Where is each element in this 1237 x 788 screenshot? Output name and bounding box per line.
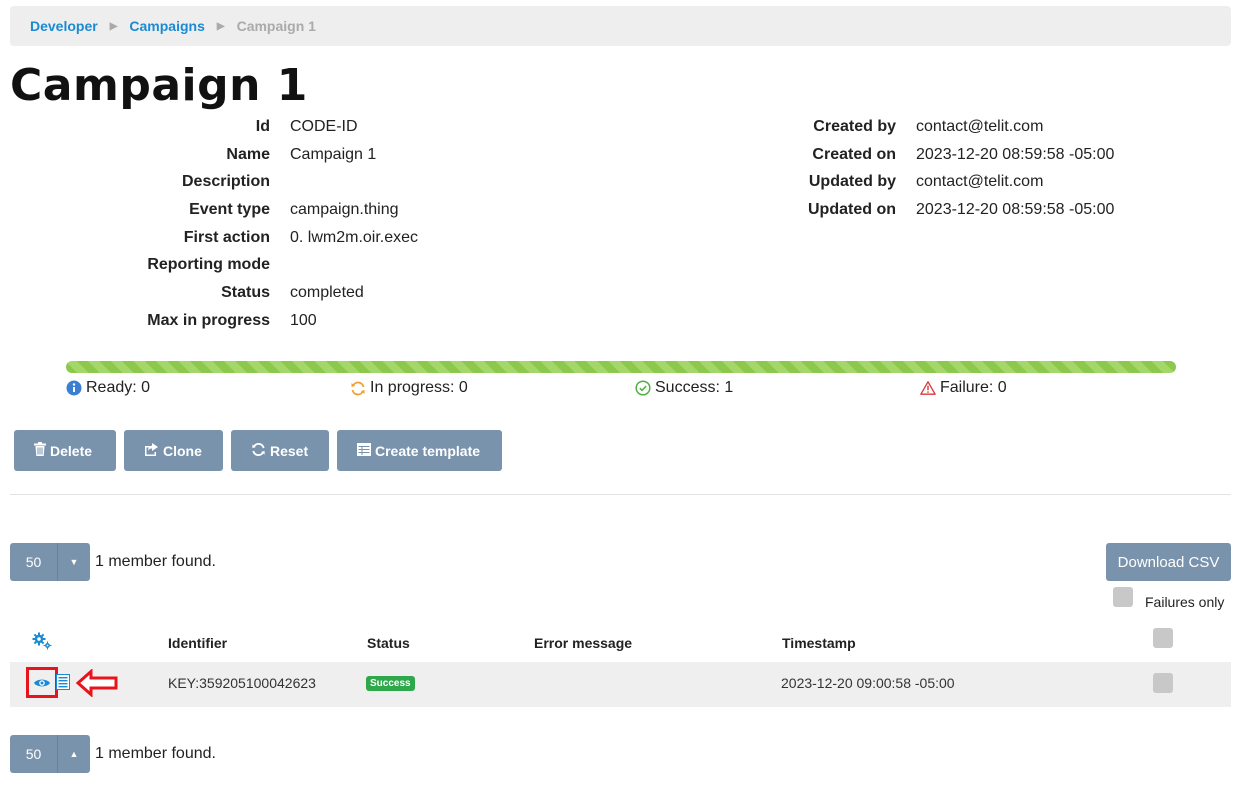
- check-circle-icon: [635, 380, 651, 396]
- detail-value: contact@telit.com: [916, 173, 1044, 191]
- detail-label: Id: [255, 117, 270, 135]
- detail-label: Created by: [813, 117, 896, 135]
- refresh-icon: [350, 380, 366, 396]
- pager-top: 50 ▼ 1 member found.: [10, 543, 216, 581]
- breadcrumb-current: Campaign 1: [236, 18, 316, 34]
- detail-value: campaign.thing: [290, 200, 399, 218]
- column-settings-icon[interactable]: [32, 632, 52, 653]
- detail-value: 2023-12-20 08:59:58 -05:00: [916, 200, 1115, 218]
- detail-label: Updated on: [808, 200, 896, 218]
- progress-bar: [66, 361, 1176, 373]
- audit-details: Created by contact@telit.com Created on 20…: [700, 113, 1114, 224]
- column-header-error[interactable]: Error message: [534, 635, 632, 651]
- reset-button[interactable]: Reset: [231, 430, 329, 471]
- column-header-identifier[interactable]: Identifier: [168, 635, 227, 651]
- detail-value: completed: [290, 283, 364, 301]
- annotation-arrow-icon: [75, 668, 119, 702]
- campaign-details: Id CODE-ID Name Campaign 1 Description Eve…: [0, 113, 418, 335]
- detail-value: CODE-ID: [290, 117, 358, 135]
- stat-ready-label: Ready: 0: [86, 379, 151, 396]
- stat-in-progress: In progress: 0: [350, 379, 468, 397]
- share-icon: [144, 442, 159, 459]
- detail-label: Event type: [189, 200, 270, 218]
- delete-button[interactable]: Delete: [14, 430, 116, 471]
- stat-failure: Failure: 0: [920, 379, 1007, 397]
- detail-value: 0. lwm2m.oir.exec: [290, 228, 419, 246]
- stat-success: Success: 1: [635, 379, 733, 397]
- campaign-actions: Delete Clone Reset Create template: [14, 430, 502, 471]
- member-count: 1 member found.: [95, 745, 216, 762]
- failures-only-checkbox[interactable]: [1113, 587, 1133, 607]
- detail-value: contact@telit.com: [916, 117, 1044, 135]
- detail-label: First action: [183, 228, 270, 246]
- chevron-up-icon[interactable]: ▲: [57, 735, 90, 773]
- select-all-checkbox[interactable]: [1153, 628, 1173, 648]
- row-checkbox[interactable]: [1153, 673, 1173, 693]
- page-size-select[interactable]: 50: [10, 543, 57, 581]
- details-list-icon[interactable]: [56, 674, 70, 695]
- table-icon: [357, 442, 371, 459]
- detail-label: Status: [221, 283, 270, 301]
- page-title: Campaign 1: [10, 60, 308, 111]
- column-header-status[interactable]: Status: [367, 635, 410, 651]
- clone-button-label: Clone: [163, 442, 202, 459]
- member-count: 1 member found.: [95, 553, 216, 570]
- page-size-select[interactable]: 50: [10, 735, 57, 773]
- detail-value: 100: [290, 311, 317, 329]
- stat-in-progress-label: In progress: 0: [370, 379, 468, 396]
- detail-label: Description: [181, 173, 270, 191]
- detail-label: Name: [226, 145, 270, 163]
- detail-label: Max in progress: [147, 311, 270, 329]
- clone-button[interactable]: Clone: [124, 430, 223, 471]
- detail-label: Reporting mode: [147, 256, 270, 274]
- eye-icon[interactable]: [33, 676, 51, 694]
- section-divider: [10, 494, 1231, 495]
- row-identifier[interactable]: KEY:359205100042623: [168, 675, 316, 691]
- chevron-down-icon[interactable]: ▼: [57, 543, 90, 581]
- stat-failure-label: Failure: 0: [940, 379, 1007, 396]
- pager-bottom: 50 ▲ 1 member found.: [10, 735, 216, 773]
- breadcrumb-campaigns[interactable]: Campaigns: [129, 18, 204, 34]
- breadcrumb-developer[interactable]: Developer: [30, 18, 98, 34]
- row-timestamp: 2023-12-20 09:00:58 -05:00: [781, 675, 955, 691]
- failures-only-label: Failures only: [1145, 594, 1225, 610]
- trash-icon: [34, 442, 46, 459]
- detail-label: Updated by: [808, 173, 896, 191]
- stat-success-label: Success: 1: [655, 379, 734, 396]
- detail-value: Campaign 1: [290, 145, 377, 163]
- stat-ready: Ready: 0: [66, 379, 150, 397]
- refresh-icon: [251, 442, 266, 460]
- delete-button-label: Delete: [50, 442, 93, 459]
- create-template-button[interactable]: Create template: [337, 430, 502, 471]
- download-csv-button[interactable]: Download CSV: [1106, 543, 1231, 581]
- info-icon: [66, 380, 82, 396]
- warning-icon: [920, 380, 936, 396]
- detail-label: Created on: [812, 145, 896, 163]
- breadcrumb: Developer ▶ Campaigns ▶ Campaign 1: [10, 6, 1231, 46]
- create-template-button-label: Create template: [375, 442, 481, 459]
- breadcrumb-separator-icon: ▶: [216, 20, 225, 32]
- reset-button-label: Reset: [270, 442, 309, 459]
- detail-value: 2023-12-20 08:59:58 -05:00: [916, 145, 1115, 163]
- breadcrumb-separator-icon: ▶: [109, 20, 118, 32]
- column-header-timestamp[interactable]: Timestamp: [782, 635, 856, 651]
- status-badge: Success: [366, 676, 415, 691]
